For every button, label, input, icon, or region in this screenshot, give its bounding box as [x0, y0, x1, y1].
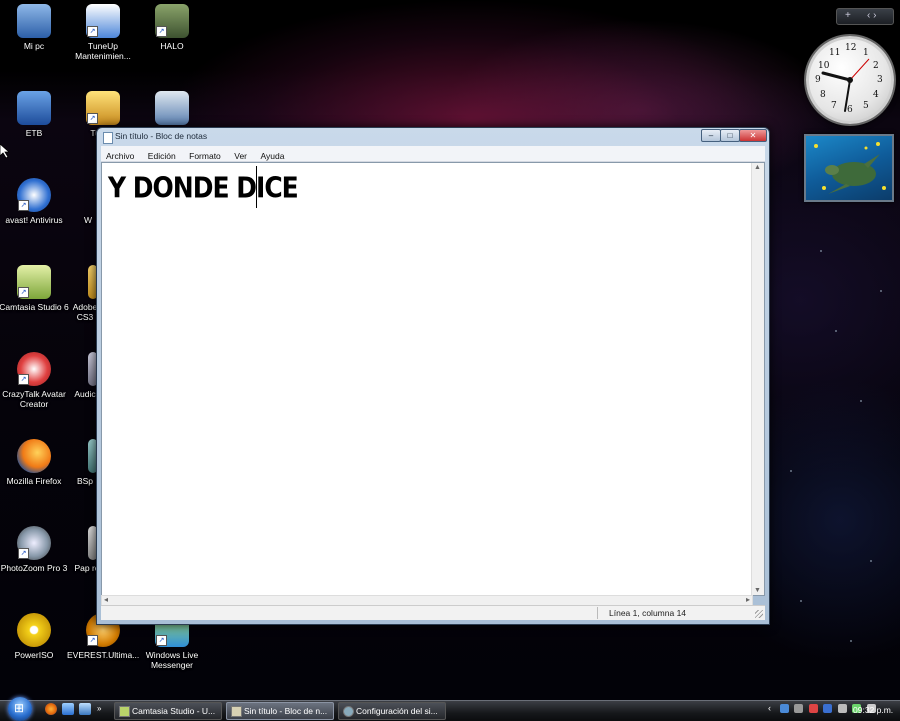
shortcut-arrow-icon: ↗	[87, 26, 98, 37]
quicklaunch-chevron-icon[interactable]: »	[97, 703, 103, 715]
notepad-icon	[103, 132, 113, 144]
scroll-left-icon[interactable]: ◂	[104, 595, 108, 604]
etb-icon	[17, 91, 51, 125]
text-caret	[256, 166, 257, 208]
gadget-sidebar-controls: + ‹ ›	[836, 8, 894, 25]
cursor-position-status: Línea 1, columna 14	[609, 608, 687, 618]
firefox-icon	[17, 439, 51, 473]
desktop-icon-label: TuneUp Mantenimien...	[75, 41, 131, 61]
desktop-icon-label: ETB	[25, 128, 43, 138]
taskbar-button-notepad[interactable]: Sin título - Bloc de n...	[226, 702, 334, 720]
scroll-up-icon[interactable]: ▲	[754, 164, 761, 171]
scroll-down-icon[interactable]: ▼	[754, 587, 761, 594]
taskbar-button-config[interactable]: Configuración del si...	[338, 702, 446, 720]
photozoom-magnifier-icon: ↗	[17, 526, 51, 560]
tray-device-icon[interactable]	[837, 704, 847, 714]
shortcut-arrow-icon: ↗	[18, 548, 29, 559]
application-icon	[155, 91, 189, 125]
sea-turtle-image	[814, 142, 886, 194]
computer-icon	[17, 4, 51, 38]
minimize-button[interactable]: –	[701, 129, 721, 142]
camtasia-icon: ↗	[17, 265, 51, 299]
crazytalk-icon: ↗	[17, 352, 51, 386]
resize-grip-icon[interactable]	[755, 610, 763, 618]
document-text: Y DONDE DICE	[108, 171, 299, 205]
menu-formato[interactable]: Formato	[189, 151, 221, 161]
tray-expand-chevron-icon[interactable]: ‹	[768, 703, 771, 713]
clock-hands	[821, 58, 870, 112]
shortcut-arrow-icon: ↗	[18, 287, 29, 298]
notepad-icon	[231, 706, 242, 717]
taskbar-button-camtasia[interactable]: Camtasia Studio - U...	[114, 702, 222, 720]
tray-camera-icon[interactable]	[794, 704, 804, 714]
desktop-icon-label: EVEREST.Ultima...	[67, 650, 140, 660]
menu-bar: Archivo Edición Formato Ver Ayuda	[101, 146, 765, 162]
halo-helmet-icon: ↗	[155, 4, 189, 38]
shortcut-arrow-icon: ↗	[87, 113, 98, 124]
taskbar-button-label: Camtasia Studio - U...	[132, 706, 216, 716]
taskbar-button-label: Sin título - Bloc de n...	[244, 706, 328, 716]
maximize-button[interactable]: □	[720, 129, 740, 142]
window-titlebar[interactable]: Sin título - Bloc de notas – □ ✕	[97, 128, 769, 146]
poweriso-disc-icon	[17, 613, 51, 647]
avast-icon: ↗	[17, 178, 51, 212]
desktop-icon-label: Windows Live Messenger	[145, 650, 199, 670]
start-button[interactable]: ⊞	[8, 697, 32, 721]
tuneup-icon: ↗	[86, 4, 120, 38]
taskbar-button-label: Configuración del si...	[356, 706, 438, 716]
mouse-cursor-icon	[0, 144, 10, 158]
tray-avast-icon[interactable]	[823, 704, 833, 714]
close-button[interactable]: ✕	[739, 129, 767, 142]
shortcut-arrow-icon: ↗	[18, 200, 29, 211]
desktop-icon-mi-pc[interactable]: Mi pc	[0, 4, 70, 51]
menu-edicion[interactable]: Edición	[148, 151, 176, 161]
quicklaunch-desktop-icon[interactable]	[79, 703, 91, 715]
shortcut-arrow-icon: ↗	[18, 374, 29, 385]
quicklaunch-ie-icon[interactable]	[62, 703, 74, 715]
shortcut-arrow-icon: ↗	[87, 635, 98, 646]
vertical-scrollbar[interactable]: ▲ ▼	[751, 163, 764, 595]
shortcut-arrow-icon: ↗	[156, 635, 167, 646]
status-bar: Línea 1, columna 14	[101, 605, 765, 620]
desktop-icon-label: HALO	[160, 41, 184, 51]
menu-ver[interactable]: Ver	[234, 151, 247, 161]
desktop-icon-halo[interactable]: ↗ HALO	[136, 4, 208, 51]
add-gadget-icon[interactable]: +	[845, 10, 851, 22]
desktop-icon-app[interactable]	[136, 91, 208, 128]
quicklaunch-firefox-icon[interactable]	[45, 703, 57, 715]
window-title: Sin título - Bloc de notas	[115, 131, 208, 141]
status-divider	[597, 607, 598, 619]
menu-ayuda[interactable]: Ayuda	[260, 151, 284, 161]
desktop-icon-label: Mi pc	[23, 41, 45, 51]
tray-help-icon[interactable]	[779, 704, 789, 714]
clock-gadget[interactable]: 12 1 2 3 4 5 6 7 8 9 10 11	[806, 36, 894, 124]
text-editor-area[interactable]: Y DONDE DICE ▲ ▼	[101, 162, 765, 596]
desktop-icon-label: PowerISO	[14, 650, 54, 660]
settings-icon	[343, 706, 354, 717]
notepad-window[interactable]: Sin título - Bloc de notas – □ ✕ Archivo…	[96, 127, 770, 625]
tuneup-utilities-icon: ↗	[86, 91, 120, 125]
taskbar-clock[interactable]: 09:32 p.m.	[853, 705, 893, 715]
gadget-nav-icon[interactable]: ‹ ›	[867, 10, 876, 22]
desktop-icon-tuneup[interactable]: ↗ TuneUp Mantenimien...	[67, 4, 139, 61]
shortcut-arrow-icon: ↗	[156, 26, 167, 37]
menu-archivo[interactable]: Archivo	[106, 151, 134, 161]
slideshow-gadget[interactable]	[804, 134, 894, 202]
scroll-right-icon[interactable]: ▸	[746, 595, 750, 604]
tray-app-icon[interactable]	[808, 704, 818, 714]
desktop-icon-etb[interactable]: ETB	[0, 91, 70, 138]
windows-logo-icon: ⊞	[14, 701, 25, 715]
camtasia-icon	[119, 706, 130, 717]
desktop-icon-poweriso[interactable]: PowerISO	[0, 613, 70, 660]
